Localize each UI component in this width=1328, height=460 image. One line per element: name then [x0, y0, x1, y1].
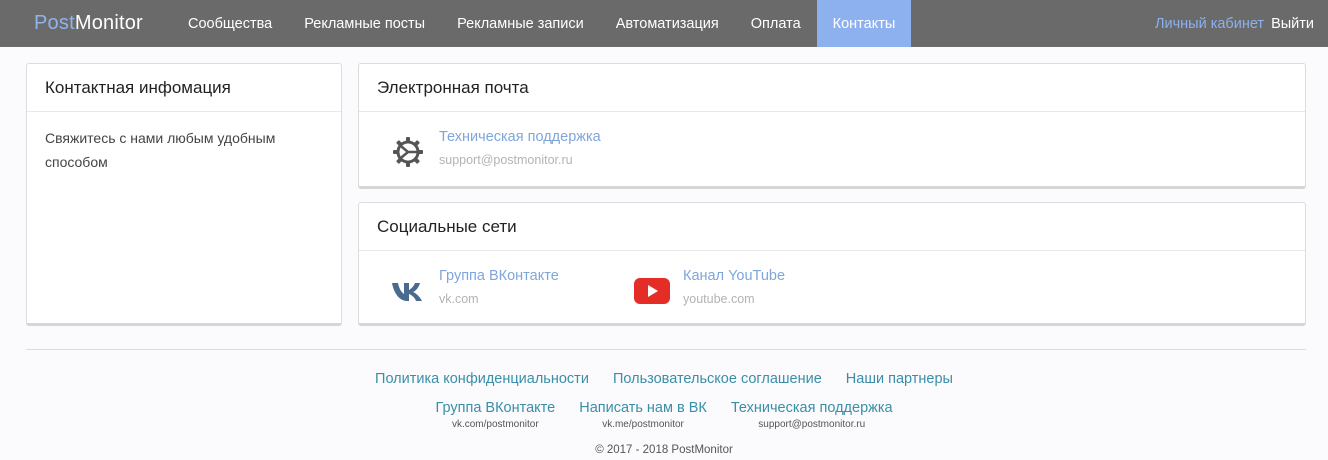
youtube-channel-label[interactable]: Канал YouTube — [683, 266, 785, 286]
top-navbar: PostMonitor Сообщества Рекламные посты Р… — [0, 0, 1328, 47]
contact-vk-group[interactable]: Группа ВКонтакте vk.com — [389, 266, 559, 310]
nav-item-ad-posts[interactable]: Рекламные посты — [288, 0, 441, 47]
tech-support-label[interactable]: Техническая поддержка — [439, 127, 601, 147]
footer-vk-group: Группа ВКонтакте vk.com/postmonitor — [435, 399, 555, 432]
footer-vk-message-link[interactable]: Написать нам в ВК — [579, 399, 707, 417]
brand-logo[interactable]: PostMonitor — [34, 11, 143, 35]
footer-vk-group-sub: vk.com/postmonitor — [451, 419, 539, 430]
contact-info-panel: Контактная инфомация Свяжитесь с нами лю… — [26, 63, 342, 326]
nav-item-ad-records[interactable]: Рекламные записи — [441, 0, 600, 47]
footer-links-primary: Политика конфиденциальности Пользователь… — [0, 371, 1328, 387]
personal-cabinet-link[interactable]: Личный кабинет — [1155, 16, 1264, 32]
footer-vk-group-link[interactable]: Группа ВКонтакте — [435, 399, 555, 417]
footer-vk-message: Написать нам в ВК vk.me/postmonitor — [579, 399, 707, 432]
social-panel: Социальные сети Группа ВКонтакте vk.com … — [358, 202, 1306, 326]
footer-tech-support: Техническая поддержка support@postmonito… — [731, 399, 893, 432]
footer-links-contacts: Группа ВКонтакте vk.com/postmonitor Напи… — [0, 399, 1328, 432]
email-panel: Электронная почта Техническая поддержка … — [358, 63, 1306, 189]
footer-terms-link[interactable]: Пользовательское соглашение — [613, 371, 822, 387]
nav-menu: Сообщества Рекламные посты Рекламные зап… — [172, 0, 912, 47]
nav-item-payment[interactable]: Оплата — [735, 0, 817, 47]
social-panel-title: Социальные сети — [359, 203, 1305, 251]
footer-divider — [26, 349, 1306, 350]
vk-group-url: vk.com — [439, 292, 479, 306]
footer-copyright: © 2017 - 2018 PostMonitor — [595, 444, 733, 456]
footer-vk-message-sub: vk.me/postmonitor — [602, 419, 684, 430]
gear-icon — [389, 133, 427, 171]
vk-group-label[interactable]: Группа ВКонтакте — [439, 266, 559, 286]
nav-item-automation[interactable]: Автоматизация — [600, 0, 735, 47]
youtube-channel-url: youtube.com — [683, 292, 755, 306]
vk-logo-icon — [389, 272, 427, 310]
footer-partners-link[interactable]: Наши партнеры — [846, 371, 953, 387]
email-panel-title: Электронная почта — [359, 64, 1305, 112]
contact-info-text: Свяжитесь с нами любым удобным способом — [45, 130, 276, 170]
tech-support-email: support@postmonitor.ru — [439, 153, 573, 167]
nav-item-communities[interactable]: Сообщества — [172, 0, 288, 47]
contact-tech-support[interactable]: Техническая поддержка support@postmonito… — [389, 127, 601, 171]
youtube-logo-icon — [633, 272, 671, 310]
contact-youtube-channel[interactable]: Канал YouTube youtube.com — [633, 266, 785, 310]
nav-item-contacts[interactable]: Контакты — [816, 0, 912, 47]
logout-link[interactable]: Выйти — [1271, 16, 1314, 32]
footer-privacy-link[interactable]: Политика конфиденциальности — [375, 371, 589, 387]
brand-part-monitor: Monitor — [74, 12, 143, 34]
nav-user-links: Личный кабинет Выйти — [1155, 0, 1314, 47]
contact-info-title: Контактная инфомация — [27, 64, 341, 112]
brand-part-post: Post — [34, 12, 75, 34]
footer-tech-support-sub: support@postmonitor.ru — [758, 419, 866, 430]
footer-tech-support-link[interactable]: Техническая поддержка — [731, 399, 893, 417]
